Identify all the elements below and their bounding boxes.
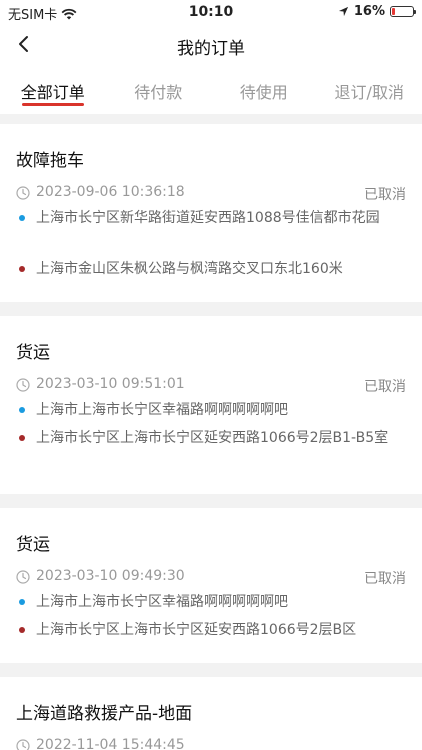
order-title: 故障拖车 [16, 151, 84, 171]
battery-icon [390, 6, 416, 17]
order-time-row: 2023-03-10 09:49:30 已取消 [16, 568, 406, 588]
order-title: 货运 [16, 343, 50, 363]
end-address: 上海市长宁区上海市长宁区延安西路1066号2层B区 [16, 619, 410, 641]
tab-pending-payment[interactable]: 待付款 [106, 64, 212, 114]
order-time: 2023-03-10 09:49:30 [36, 568, 185, 584]
start-dot-icon [19, 215, 25, 221]
start-address-text: 上海市上海市长宁区幸福路啊啊啊啊啊吧 [36, 402, 288, 418]
order-title: 货运 [16, 535, 50, 555]
start-address-text: 上海市长宁区新华路街道延安西路1088号佳信都市花园 [36, 210, 380, 226]
tab-refund-cancel[interactable]: 退订/取消 [317, 64, 422, 114]
order-card[interactable]: 货运 2023-03-10 09:51:01 已取消 上海市上海市长宁区幸福路啊… [0, 316, 422, 494]
order-time-row: 2023-09-06 10:36:18 已取消 [16, 184, 406, 204]
start-dot-icon [19, 599, 25, 605]
order-tabs: 全部订单 待付款 待使用 退订/取消 [0, 64, 422, 114]
order-time-row: 2022-11-04 15:44:45 [16, 737, 406, 750]
order-time: 2023-09-06 10:36:18 [36, 184, 185, 200]
order-time: 2023-03-10 09:51:01 [36, 376, 185, 392]
order-status: 已取消 [364, 187, 406, 203]
order-title: 上海道路救援产品-地面 [16, 704, 193, 724]
battery-level [392, 8, 396, 15]
tab-all-orders[interactable]: 全部订单 [0, 64, 106, 114]
clock-icon [16, 378, 30, 392]
end-address-text: 上海市长宁区上海市长宁区延安西路1066号2层B1-B5室 [36, 430, 389, 446]
order-card[interactable]: 货运 2023-03-10 09:49:30 已取消 上海市上海市长宁区幸福路啊… [0, 508, 422, 663]
nav-bar: 我的订单 [0, 24, 422, 64]
start-address: 上海市长宁区新华路街道延安西路1088号佳信都市花园 [16, 207, 410, 229]
order-status: 已取消 [364, 379, 406, 395]
start-address-text: 上海市上海市长宁区幸福路啊啊啊啊啊吧 [36, 594, 288, 610]
location-arrow-icon [338, 6, 348, 17]
status-bar: 无SIM卡 10:10 16% [0, 0, 422, 24]
clock-icon [16, 739, 30, 750]
chevron-left-icon [19, 36, 28, 52]
battery-percent: 16% [353, 4, 385, 19]
page-title: 我的订单 [177, 39, 245, 59]
clock-icon [16, 570, 30, 584]
end-dot-icon [19, 627, 25, 633]
tab-to-use[interactable]: 待使用 [211, 64, 317, 114]
end-dot-icon [19, 435, 25, 441]
start-address: 上海市上海市长宁区幸福路啊啊啊啊啊吧 [16, 399, 410, 421]
start-dot-icon [19, 407, 25, 413]
order-time: 2022-11-04 15:44:45 [36, 737, 185, 750]
order-card[interactable]: 上海道路救援产品-地面 2022-11-04 15:44:45 [0, 677, 422, 750]
end-address-text: 上海市金山区朱枫公路与枫湾路交叉口东北160米 [36, 261, 343, 277]
end-address: 上海市长宁区上海市长宁区延安西路1066号2层B1-B5室 [16, 427, 410, 449]
order-card[interactable]: 故障拖车 2023-09-06 10:36:18 已取消 上海市长宁区新华路街道… [0, 124, 422, 302]
clock-icon [16, 186, 30, 200]
back-button[interactable] [10, 30, 38, 58]
status-right: 16% [338, 4, 416, 19]
end-dot-icon [19, 266, 25, 272]
start-address: 上海市上海市长宁区幸福路啊啊啊啊啊吧 [16, 591, 410, 613]
end-address: 上海市金山区朱枫公路与枫湾路交叉口东北160米 [16, 258, 410, 280]
order-time-row: 2023-03-10 09:51:01 已取消 [16, 376, 406, 396]
end-address-text: 上海市长宁区上海市长宁区延安西路1066号2层B区 [36, 622, 357, 638]
order-status: 已取消 [364, 571, 406, 587]
